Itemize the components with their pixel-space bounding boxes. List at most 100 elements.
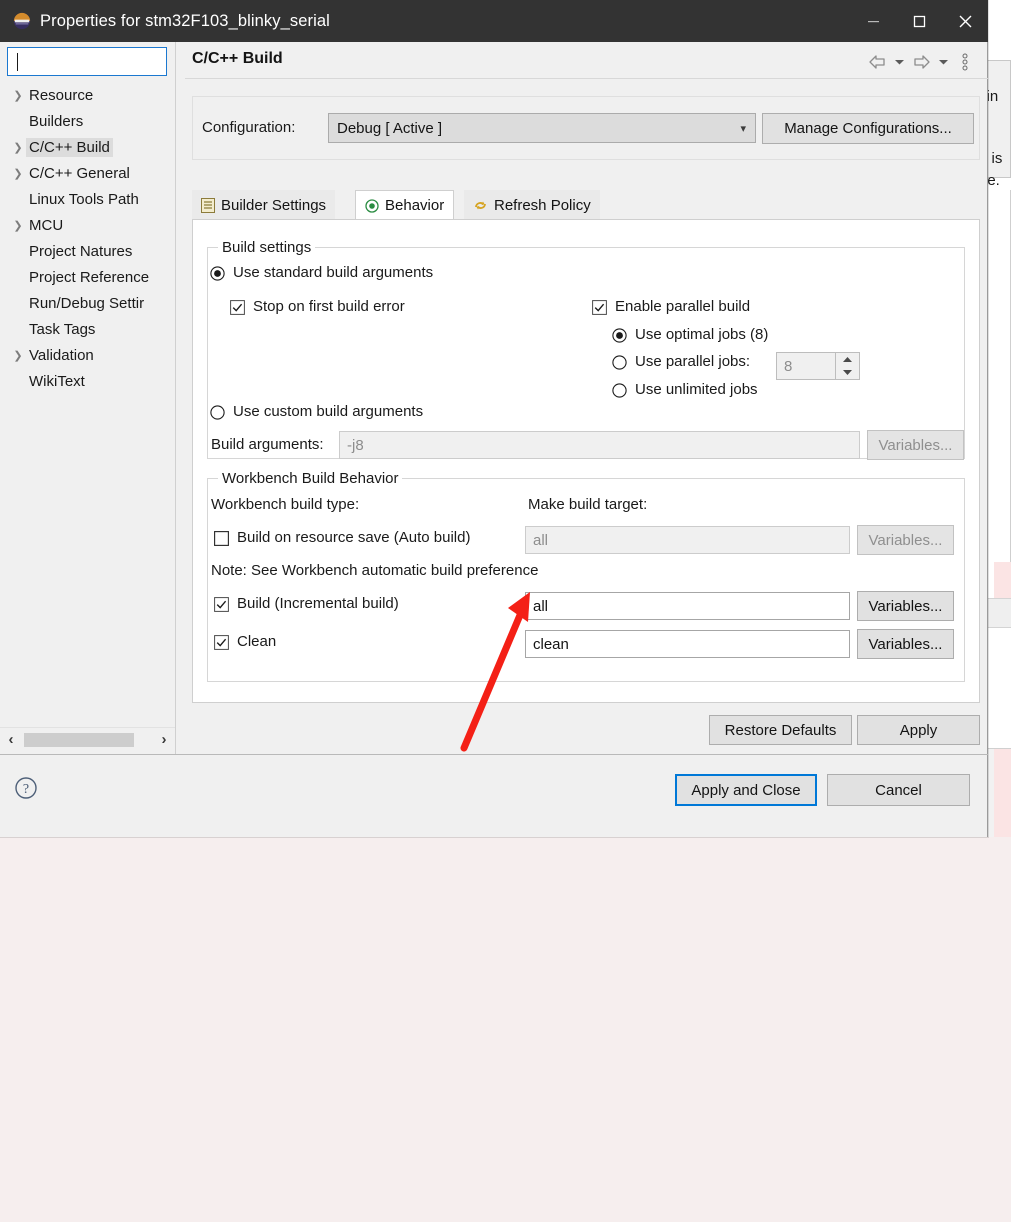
tree-item-label: C/C++ Build (26, 137, 113, 157)
tree-item-run-debug-settings[interactable]: Run/Debug Settir (0, 290, 175, 316)
chevron-down-icon (894, 60, 904, 65)
control-label: Use unlimited jobs (635, 381, 758, 398)
tree-item-label: Run/Debug Settir (29, 294, 145, 312)
chevron-right-icon[interactable]: ❯ (10, 89, 26, 102)
apply-button[interactable]: Apply (857, 715, 980, 745)
radio-selected-icon (612, 328, 627, 343)
chevron-right-icon[interactable]: ❯ (10, 167, 26, 180)
properties-dialog: Properties for stm32F103_blinky_serial ❯… (0, 0, 988, 837)
settings-tree[interactable]: ❯ Resource Builders ❯ C/C++ Build ❯ C/C+… (0, 82, 175, 722)
tab-refresh-policy[interactable]: Refresh Policy (464, 190, 600, 220)
forward-arrow-glyph (913, 55, 930, 69)
stop-on-first-build-error-checkbox[interactable]: Stop on first build error (230, 298, 405, 315)
tree-item-label: Project Natures (29, 242, 133, 260)
auto-build-target-input[interactable]: all (525, 526, 850, 554)
apply-label: Apply (899, 721, 938, 739)
stepper-buttons[interactable] (835, 353, 859, 379)
build-arguments-variables-button[interactable]: Variables... (867, 430, 964, 460)
tree-item-wikitext[interactable]: WikiText (0, 368, 175, 394)
build-arguments-input[interactable]: -j8 (339, 431, 860, 459)
help-icon[interactable]: ? (14, 776, 38, 800)
maximize-icon (913, 15, 925, 27)
control-label: Use custom build arguments (233, 403, 424, 420)
tree-item-builders[interactable]: Builders (0, 108, 175, 134)
incremental-build-target-input[interactable]: all (525, 592, 850, 620)
tab-label: Refresh Policy (494, 196, 591, 214)
tree-horizontal-scrollbar[interactable]: ‹ › (0, 727, 175, 751)
tree-item-validation[interactable]: ❯ Validation (0, 342, 175, 368)
use-optimal-jobs-radio[interactable]: Use optimal jobs (8) (612, 326, 768, 343)
tab-builder-settings[interactable]: Builder Settings (192, 190, 336, 220)
document-lines-icon (201, 197, 215, 213)
scroll-right-icon[interactable]: › (153, 729, 175, 751)
filter-input[interactable] (7, 47, 167, 76)
tree-item-cpp-build[interactable]: ❯ C/C++ Build (0, 134, 175, 160)
back-arrow-icon[interactable] (866, 50, 888, 74)
tab-bar: Builder Settings Behavior Refresh Policy (192, 190, 980, 220)
navigation-toolbar (866, 50, 976, 74)
tree-item-mcu[interactable]: ❯ MCU (0, 212, 175, 238)
triangle-up-icon (843, 357, 852, 362)
chevron-right-icon[interactable]: ❯ (10, 349, 26, 362)
clean-checkbox[interactable]: Clean (214, 633, 276, 650)
configuration-dropdown[interactable]: Debug [ Active ] ▾ (328, 113, 756, 143)
scrollbar-track[interactable] (134, 729, 153, 751)
tab-label: Behavior (385, 197, 445, 214)
chevron-right-icon[interactable]: ❯ (10, 141, 26, 154)
tree-item-label: Task Tags (29, 320, 96, 338)
view-menu-icon[interactable] (954, 50, 976, 74)
configuration-label: Configuration: (202, 119, 296, 136)
use-parallel-jobs-radio[interactable]: Use parallel jobs: (612, 353, 750, 370)
tree-item-label: Builders (29, 112, 84, 130)
stepper-down-icon[interactable] (836, 366, 859, 379)
cancel-button[interactable]: Cancel (827, 774, 970, 806)
build-settings-group: Build settings Use standard build argume… (207, 239, 965, 460)
tree-item-project-natures[interactable]: Project Natures (0, 238, 175, 264)
control-label: Build (Incremental build) (237, 595, 399, 612)
tree-item-label: Validation (29, 346, 94, 364)
back-dropdown-icon[interactable] (888, 50, 910, 74)
page-title: C/C++ Build (192, 50, 283, 67)
maximize-button[interactable] (896, 0, 942, 42)
tree-item-project-references[interactable]: Project Reference (0, 264, 175, 290)
tree-item-linux-tools-path[interactable]: Linux Tools Path (0, 186, 175, 212)
tree-item-resource[interactable]: ❯ Resource (0, 82, 175, 108)
control-label: Use standard build arguments (233, 264, 434, 281)
build-arguments-label: Build arguments: (211, 436, 324, 453)
configuration-panel: Configuration: Debug [ Active ] ▾ Manage… (192, 96, 980, 160)
forward-dropdown-icon[interactable] (932, 50, 954, 74)
control-label: Stop on first build error (253, 298, 405, 315)
manage-configurations-button[interactable]: Manage Configurations... (762, 113, 974, 144)
use-custom-build-arguments-radio[interactable]: Use custom build arguments (210, 403, 423, 420)
tree-item-task-tags[interactable]: Task Tags (0, 316, 175, 342)
forward-arrow-icon[interactable] (910, 50, 932, 74)
restore-defaults-button[interactable]: Restore Defaults (709, 715, 852, 745)
back-arrow-glyph (868, 55, 885, 69)
header-separator (185, 78, 988, 79)
tab-behavior[interactable]: Behavior (355, 190, 455, 220)
enable-parallel-build-checkbox[interactable]: Enable parallel build (592, 298, 750, 315)
clean-variables-button[interactable]: Variables... (857, 629, 954, 659)
tree-item-label: Resource (29, 86, 94, 104)
auto-build-variables-button[interactable]: Variables... (857, 525, 954, 555)
incremental-build-variables-button[interactable]: Variables... (857, 591, 954, 621)
build-incremental-checkbox[interactable]: Build (Incremental build) (214, 595, 399, 612)
use-standard-build-arguments-radio[interactable]: Use standard build arguments (210, 264, 433, 281)
close-button[interactable] (942, 0, 988, 42)
build-on-resource-save-checkbox[interactable]: Build on resource save (Auto build) (214, 529, 470, 546)
use-unlimited-jobs-radio[interactable]: Use unlimited jobs (612, 381, 758, 398)
minimize-button[interactable] (850, 0, 896, 42)
radio-unselected-icon (612, 355, 627, 370)
apply-and-close-button[interactable]: Apply and Close (675, 774, 817, 806)
clean-target-input[interactable]: clean (525, 630, 850, 658)
svg-text:?: ? (23, 782, 29, 797)
tree-item-cpp-general[interactable]: ❯ C/C++ General (0, 160, 175, 186)
build-settings-legend: Build settings (218, 239, 316, 256)
panel-divider (175, 42, 176, 754)
stepper-up-icon[interactable] (836, 353, 859, 366)
parallel-jobs-stepper[interactable]: 8 (776, 352, 860, 380)
chevron-right-icon[interactable]: ❯ (10, 219, 26, 232)
triangle-down-icon (843, 370, 852, 375)
scrollbar-thumb[interactable] (24, 732, 134, 747)
scroll-left-icon[interactable]: ‹ (0, 729, 22, 751)
